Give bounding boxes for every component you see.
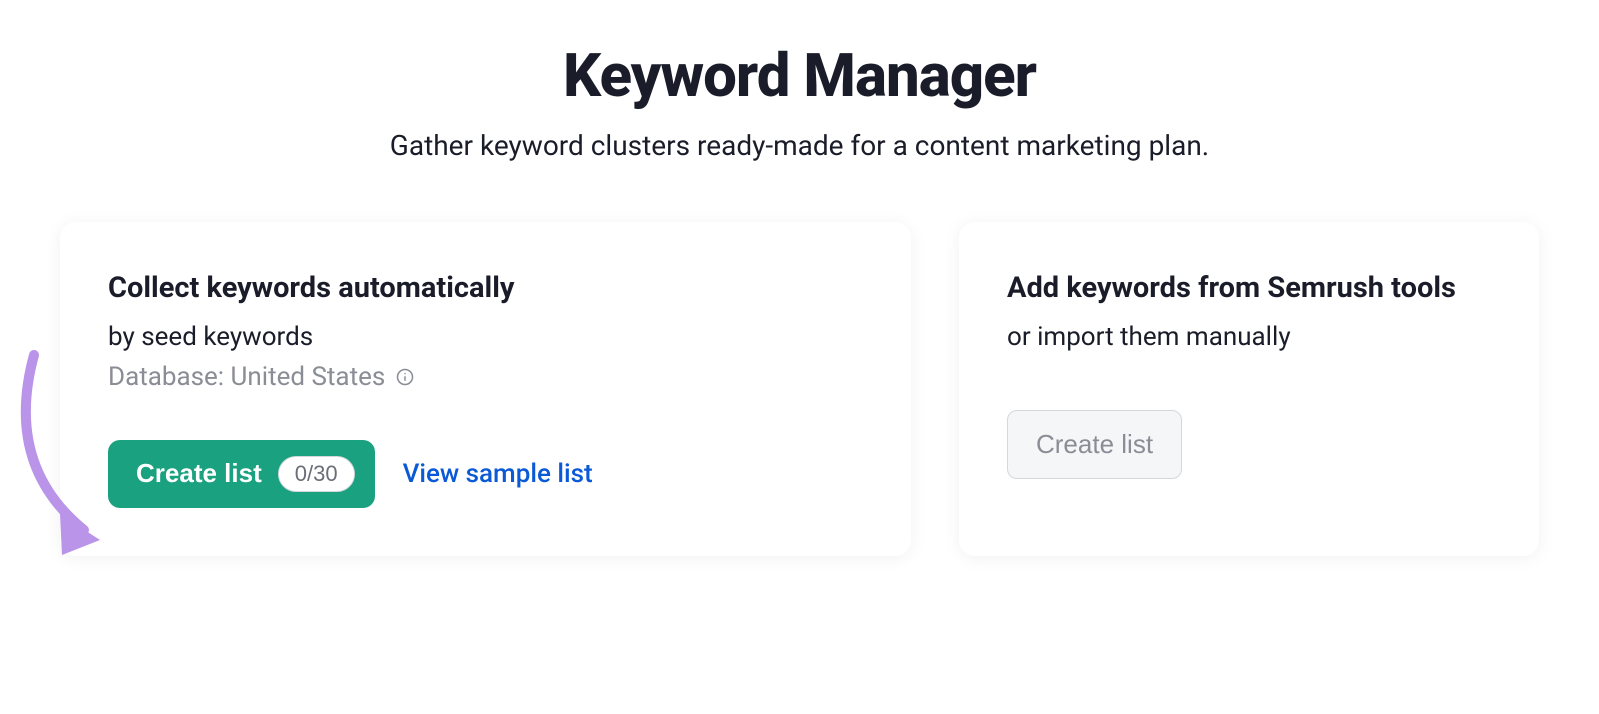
create-list-secondary-label: Create list <box>1036 429 1153 460</box>
card-right-subtitle: or import them manually <box>1007 322 1491 352</box>
page-title: Keyword Manager <box>60 40 1539 111</box>
card-left-actions: Create list 0/30 View sample list <box>108 440 863 508</box>
info-icon[interactable] <box>395 367 415 387</box>
create-list-badge: 0/30 <box>278 456 355 492</box>
card-left-title: Collect keywords automatically <box>108 270 863 308</box>
card-add-from-tools: Add keywords from Semrush tools or impor… <box>959 222 1539 556</box>
database-label: Database: United States <box>108 362 385 392</box>
create-list-secondary-button[interactable]: Create list <box>1007 410 1182 479</box>
card-right-title: Add keywords from Semrush tools <box>1007 270 1491 308</box>
page-subtitle: Gather keyword clusters ready-made for a… <box>60 129 1539 162</box>
card-collect-automatically: Collect keywords automatically by seed k… <box>60 222 911 556</box>
view-sample-list-link[interactable]: View sample list <box>403 459 593 489</box>
create-list-primary-button[interactable]: Create list 0/30 <box>108 440 375 508</box>
card-left-database: Database: United States <box>108 362 863 392</box>
cards-container: Collect keywords automatically by seed k… <box>60 222 1539 556</box>
page-header: Keyword Manager Gather keyword clusters … <box>60 40 1539 162</box>
create-list-primary-label: Create list <box>136 458 262 489</box>
card-left-subtitle: by seed keywords <box>108 322 863 352</box>
